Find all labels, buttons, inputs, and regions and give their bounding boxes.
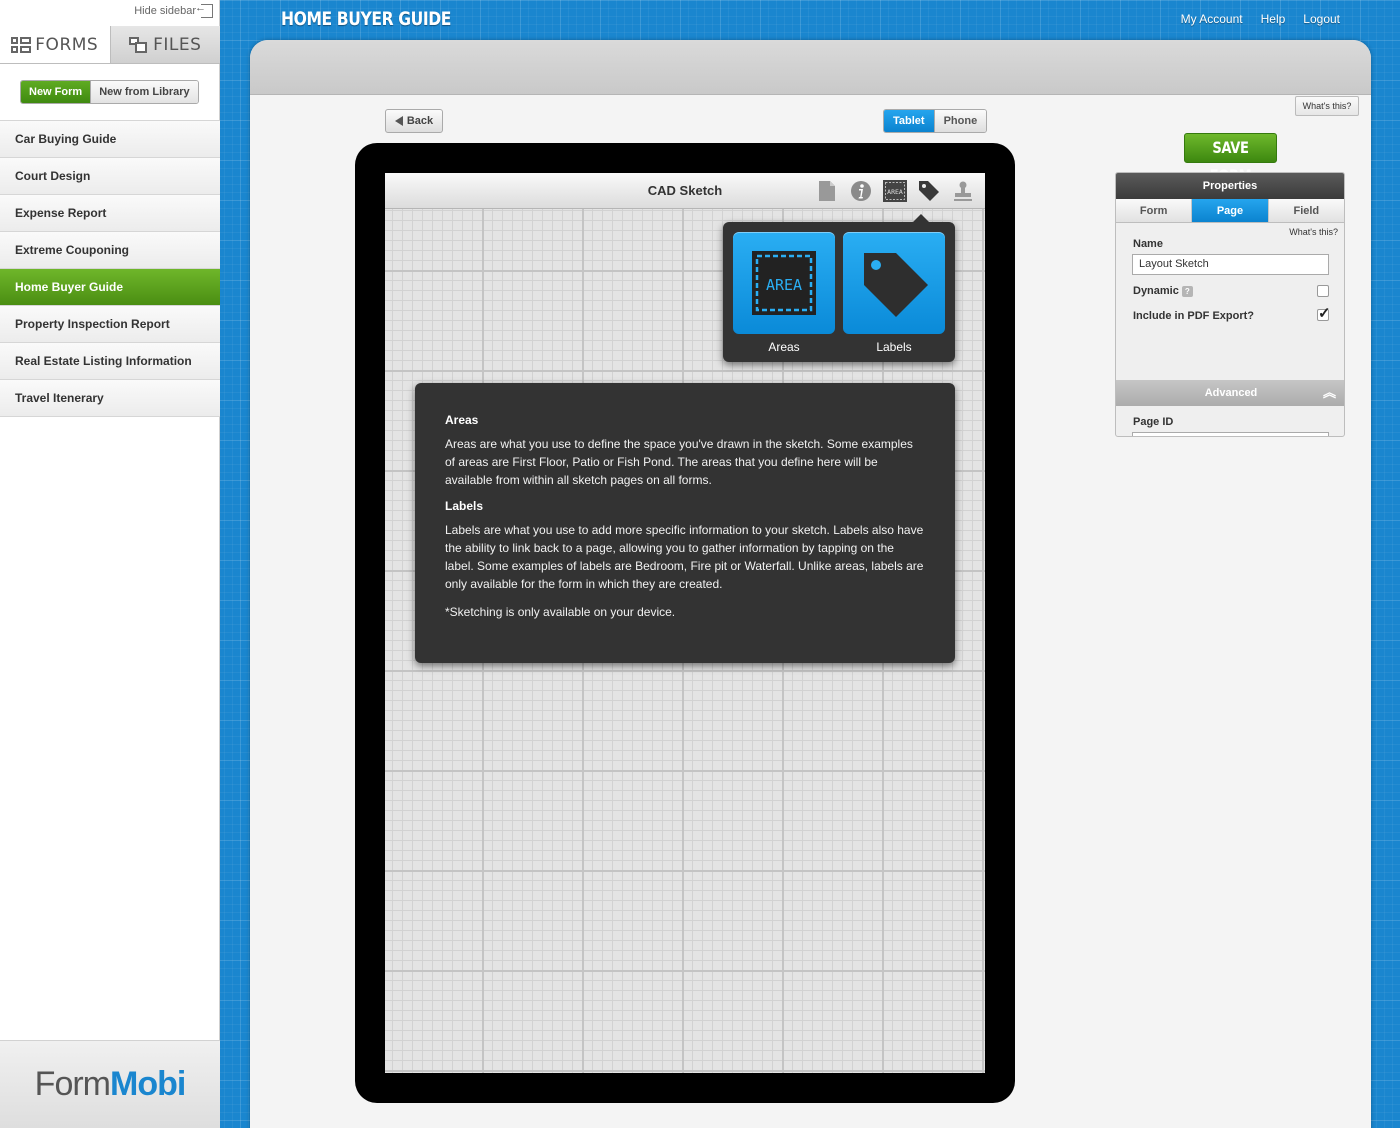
tab-files[interactable]: FILES [110, 26, 220, 63]
new-from-library-button[interactable]: New from Library [90, 81, 198, 103]
dynamic-checkbox[interactable] [1317, 285, 1329, 297]
properties-panel: Properties Form Page Field What's this? … [1115, 172, 1345, 437]
forms-icon [11, 36, 32, 53]
areas-tile[interactable]: AREA [733, 232, 835, 334]
phone-button[interactable]: Phone [933, 110, 987, 132]
hide-sidebar-label: Hide sidebar [134, 5, 196, 17]
app-title: HOME BUYER GUIDE [281, 8, 451, 30]
areas-tile-wrap: AREA Areas [733, 232, 835, 354]
area-icon[interactable]: AREA [883, 179, 907, 203]
pdf-export-label: Include in PDF Export? [1133, 310, 1255, 322]
pdf-export-checkbox[interactable] [1317, 304, 1331, 322]
form-list-item[interactable]: Car Buying Guide [0, 121, 220, 158]
area-icon-text: AREA [887, 188, 903, 196]
dynamic-label-wrap: Dynamic? [1133, 285, 1193, 297]
page-id-label: Page ID [1133, 416, 1174, 428]
collapse-chevron-icon: ︽ [1322, 385, 1336, 400]
form-list-item-active[interactable]: Home Buyer Guide [0, 269, 220, 306]
form-list-item[interactable]: Travel Itenerary [0, 380, 220, 417]
properties-tab-page[interactable]: Page [1192, 199, 1269, 222]
labels-heading: Labels [445, 499, 484, 513]
tag-tile-icon [864, 253, 928, 317]
form-list-item[interactable]: Extreme Couponing [0, 232, 220, 269]
labels-tile-label: Labels [876, 340, 912, 354]
tab-forms[interactable]: FORMS [0, 26, 111, 63]
logout-link[interactable]: Logout [1303, 12, 1340, 26]
areas-tile-label: Areas [768, 340, 800, 354]
tag-icon[interactable] [917, 179, 941, 203]
whats-this-button[interactable]: What's this? [1295, 96, 1359, 116]
collapse-icon [195, 2, 213, 18]
back-button-label: Back [406, 115, 434, 127]
brand-logo-part1: Form [34, 1065, 111, 1103]
properties-title: Properties [1116, 173, 1344, 199]
form-list-item[interactable]: Expense Report [0, 195, 220, 232]
back-button[interactable]: Back [385, 109, 443, 133]
tablet-button[interactable]: Tablet [884, 110, 934, 132]
tablet-preview: CAD Sketch AREA AREA Areas Labels Areas … [355, 143, 1015, 1103]
labels-tile[interactable] [843, 232, 945, 334]
stamp-icon[interactable] [951, 179, 975, 203]
advanced-label: Advanced [1204, 387, 1258, 399]
files-icon [129, 36, 148, 53]
form-list-item[interactable]: Property Inspection Report [0, 306, 220, 343]
sketch-toolbar-icons: AREA [815, 179, 975, 203]
dynamic-label: Dynamic [1133, 285, 1179, 297]
help-link[interactable]: Help [1261, 12, 1286, 26]
tab-forms-label: FORMS [35, 34, 99, 55]
areas-heading: Areas [445, 413, 479, 427]
sidebar-tabs: FORMS FILES [0, 26, 220, 64]
sketch-note: *Sketching is only available on your dev… [445, 605, 676, 619]
brand-logo: Form Mobi [0, 1040, 220, 1128]
labels-description: Labels are what you use to add more spec… [445, 523, 924, 591]
new-form-button[interactable]: New Form [21, 81, 91, 103]
sketch-info-box: Areas Areas are what you use to define t… [415, 383, 955, 663]
main-panel: Back Tablet Phone What's this? SAVE FORM… [250, 40, 1371, 1128]
advanced-toggle[interactable]: Advanced ︽ [1116, 380, 1344, 406]
hide-sidebar-button[interactable]: Hide sidebar [134, 2, 213, 18]
properties-tabs: Form Page Field [1116, 199, 1344, 223]
name-field[interactable]: Layout Sketch [1132, 254, 1329, 275]
form-list-item[interactable]: Real Estate Listing Information [0, 343, 220, 380]
device-toggle: Tablet Phone [883, 109, 988, 133]
form-list-item[interactable]: Court Design [0, 158, 220, 195]
areas-description: Areas are what you use to define the spa… [445, 437, 913, 487]
info-icon[interactable] [849, 179, 873, 203]
properties-whats-this[interactable]: What's this? [1289, 227, 1338, 237]
new-form-button-group: New Form New from Library [20, 80, 199, 104]
sketch-canvas[interactable]: CAD Sketch AREA AREA Areas Labels Areas … [385, 173, 985, 1073]
help-icon[interactable]: ? [1181, 285, 1193, 297]
labels-tile-wrap: Labels [843, 232, 945, 354]
brand-logo-part2: Mobi [110, 1065, 186, 1103]
save-form-button[interactable]: SAVE FORM [1184, 133, 1277, 185]
page-id-field[interactable]: layout_sketch [1132, 432, 1329, 436]
sketch-popover: AREA Areas Labels [723, 214, 955, 362]
properties-tab-form[interactable]: Form [1116, 199, 1193, 222]
back-arrow-icon [394, 116, 403, 126]
page-icon[interactable] [815, 179, 839, 203]
tab-files-label: FILES [153, 34, 202, 55]
name-label: Name [1133, 238, 1163, 250]
area-tile-icon: AREA [752, 251, 816, 315]
form-list: Car Buying Guide Court Design Expense Re… [0, 120, 220, 417]
top-nav: My Account Help Logout [1181, 12, 1340, 26]
sidebar: Hide sidebar FORMS FILES New Form New fr… [0, 0, 220, 1128]
main-top-bar [250, 40, 1371, 95]
area-tile-text: AREA [766, 276, 802, 294]
sketch-toolbar: CAD Sketch AREA [385, 173, 985, 209]
my-account-link[interactable]: My Account [1181, 12, 1243, 26]
properties-tab-field[interactable]: Field [1268, 199, 1344, 222]
